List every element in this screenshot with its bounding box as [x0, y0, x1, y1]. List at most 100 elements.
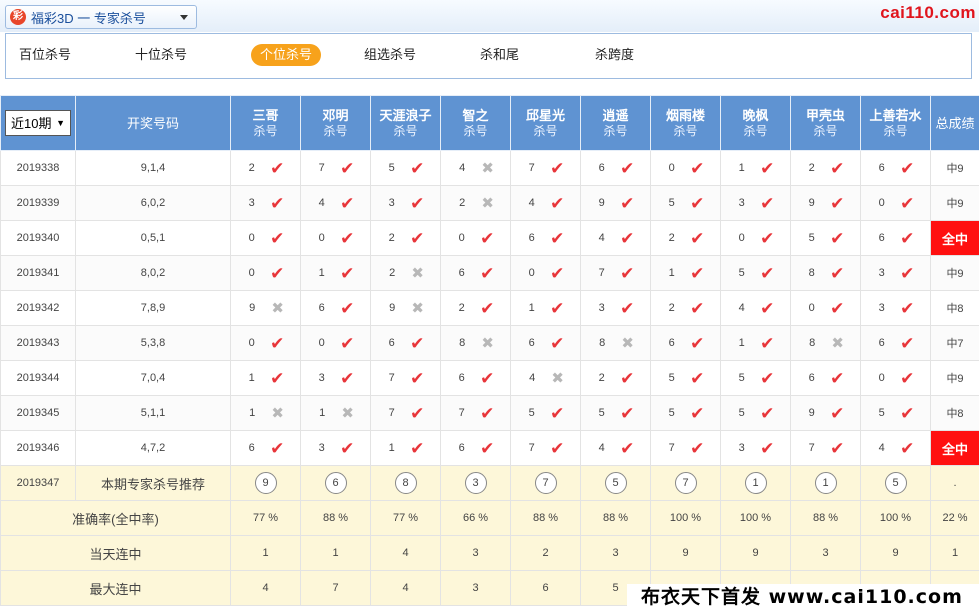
- expert-pick-cell: 8 ✔: [790, 255, 861, 291]
- check-icon: ✔: [690, 438, 705, 458]
- pick-number: 0: [808, 302, 815, 314]
- expert-name[interactable]: 智之: [462, 109, 488, 124]
- check-icon: ✔: [620, 298, 635, 318]
- expert-pick-cell: 1 ✔: [510, 290, 581, 326]
- check-icon: ✔: [340, 368, 355, 388]
- tab-hundreds[interactable]: 百位杀号: [19, 44, 71, 66]
- pick-number: 3: [388, 197, 395, 209]
- table-row: 2019346 4,7,2 6 ✔ 3 ✔ 1 ✔ 6 ✔ 7 ✔ 4 ✔ 7 ✔ 3 ✔ 7 ✔ 4 ✔ 全中: [0, 430, 979, 466]
- recommend-number: 5: [884, 472, 907, 494]
- tab-sum-tail[interactable]: 杀和尾: [480, 44, 519, 66]
- pick-number: 6: [528, 232, 535, 244]
- expert-pick-cell: 3 ✔: [230, 185, 301, 221]
- check-icon: ✔: [480, 368, 495, 388]
- expert-pick-cell: 5 ✔: [860, 395, 931, 431]
- cross-icon: ✖: [621, 334, 634, 352]
- pick-number: 5: [808, 232, 815, 244]
- stat-cell: 2: [510, 535, 581, 571]
- recommend-pick-cell: 8: [370, 465, 441, 501]
- pick-number: 4: [738, 302, 745, 314]
- expert-pick-cell: 3 ✔: [720, 185, 791, 221]
- recommend-pick-cell: 5: [860, 465, 931, 501]
- expert-pick-cell: 5 ✔: [650, 360, 721, 396]
- pick-number: 6: [248, 442, 255, 454]
- period-range-dropdown[interactable]: 近10期 ▼: [5, 110, 71, 136]
- expert-name[interactable]: 上善若水: [869, 109, 921, 124]
- tab-units[interactable]: 个位杀号: [251, 44, 322, 66]
- expert-name[interactable]: 邓明: [322, 109, 348, 124]
- check-icon: ✔: [900, 333, 915, 353]
- result-cell: 中7: [930, 325, 979, 361]
- expert-name[interactable]: 逍遥: [602, 109, 628, 124]
- expert-pick-cell: 2 ✔: [370, 220, 441, 256]
- table-row: 2019340 0,5,1 0 ✔ 0 ✔ 2 ✔ 0 ✔ 6 ✔ 4 ✔ 2 ✔ 0 ✔ 5 ✔ 6 ✔ 全中: [0, 220, 979, 256]
- expert-pick-cell: 0 ✔: [720, 220, 791, 256]
- check-icon: ✔: [760, 333, 775, 353]
- expert-pick-cell: 7 ✔: [650, 430, 721, 466]
- table-row: 2019338 9,1,4 2 ✔ 7 ✔ 5 ✔ 4 ✖ 7 ✔ 6 ✔ 0 ✔ 1 ✔ 2 ✔ 6 ✔ 中9: [0, 150, 979, 186]
- max-streak-label: 最大连中: [0, 570, 231, 606]
- expert-name[interactable]: 三哥: [252, 109, 278, 124]
- tab-span[interactable]: 杀跨度: [595, 44, 634, 66]
- tab-tens[interactable]: 十位杀号: [135, 44, 187, 66]
- brand-logo[interactable]: cai110.com: [880, 3, 976, 23]
- expert-name[interactable]: 天涯浪子: [379, 109, 431, 124]
- check-icon: ✔: [550, 158, 565, 178]
- check-icon: ✔: [690, 228, 705, 248]
- expert-name[interactable]: 烟雨楼: [666, 109, 705, 124]
- pick-number: 1: [248, 372, 255, 384]
- pick-number: 6: [388, 337, 395, 349]
- check-icon: ✔: [760, 193, 775, 213]
- check-icon: ✔: [620, 263, 635, 283]
- recommend-number: 7: [534, 472, 557, 494]
- pick-number: 5: [388, 162, 395, 174]
- pick-number: 5: [668, 197, 675, 209]
- expert-pick-cell: 6 ✔: [510, 325, 581, 361]
- check-icon: ✔: [690, 193, 705, 213]
- expert-pick-cell: 5 ✔: [790, 220, 861, 256]
- expert-sub-label: 杀号: [883, 123, 908, 138]
- pick-number: 5: [668, 372, 675, 384]
- expert-name[interactable]: 甲壳虫: [806, 109, 845, 124]
- expert-header: 晚枫 杀号: [720, 95, 791, 151]
- check-icon: ✔: [550, 438, 565, 458]
- pick-number: 8: [599, 337, 606, 349]
- check-icon: ✔: [830, 158, 845, 178]
- expert-pick-cell: 9 ✔: [790, 185, 861, 221]
- tab-group[interactable]: 组选杀号: [364, 44, 416, 66]
- lottery-type-dropdown[interactable]: 彩 福彩3D 一 专家杀号: [5, 5, 197, 29]
- check-icon: ✔: [830, 263, 845, 283]
- expert-pick-cell: 3 ✔: [860, 255, 931, 291]
- check-icon: ✔: [620, 438, 635, 458]
- pick-number: 7: [458, 407, 465, 419]
- expert-pick-cell: 6 ✔: [370, 325, 441, 361]
- expert-pick-cell: 0 ✔: [510, 255, 581, 291]
- pick-number: 6: [878, 162, 885, 174]
- stat-cell: 77 %: [230, 500, 301, 536]
- expert-name[interactable]: 邱星光: [526, 109, 565, 124]
- recommend-pick-cell: 3: [440, 465, 511, 501]
- cross-icon: ✖: [271, 299, 284, 317]
- recommend-label: 本期专家杀号推荐: [75, 465, 231, 501]
- pick-number: 5: [668, 407, 675, 419]
- stat-cell: 3: [790, 535, 861, 571]
- expert-pick-cell: 4 ✖: [510, 360, 581, 396]
- pick-number: 2: [458, 302, 465, 314]
- expert-name[interactable]: 晚枫: [742, 109, 768, 124]
- expert-sub-label: 杀号: [323, 123, 348, 138]
- check-icon: ✔: [830, 403, 845, 423]
- stat-cell: 9: [860, 535, 931, 571]
- recommend-number: 6: [324, 472, 347, 494]
- pick-number: 6: [528, 337, 535, 349]
- check-icon: ✔: [690, 158, 705, 178]
- pick-number: 6: [878, 232, 885, 244]
- expert-pick-cell: 2 ✔: [790, 150, 861, 186]
- check-icon: ✔: [760, 298, 775, 318]
- check-icon: ✔: [830, 228, 845, 248]
- pick-number: 6: [668, 337, 675, 349]
- pick-number: 6: [458, 267, 465, 279]
- recommend-row: 2019347 本期专家杀号推荐 9 6 8 3 7 5 7 1 1 5.: [0, 465, 979, 501]
- result-cell: 1: [930, 535, 979, 571]
- pick-number: 2: [668, 232, 675, 244]
- expert-pick-cell: 1 ✔: [230, 360, 301, 396]
